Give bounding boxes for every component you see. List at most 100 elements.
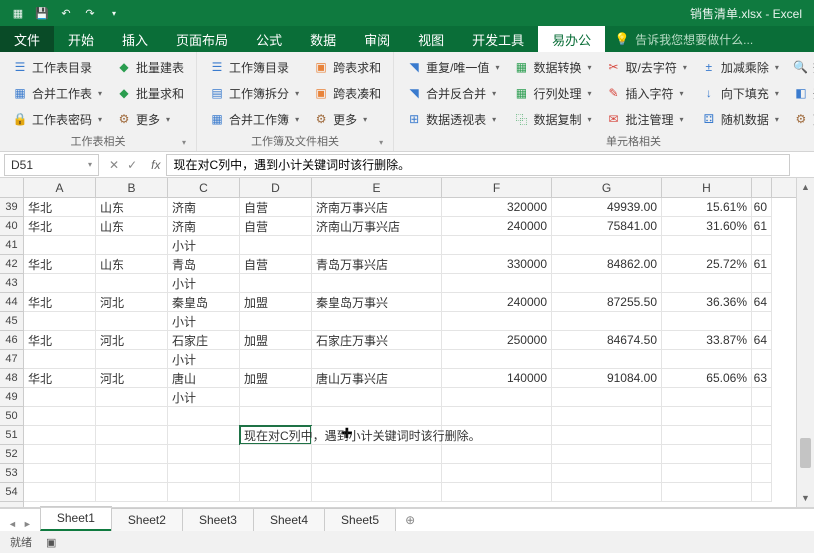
column-header[interactable]: C	[168, 178, 240, 197]
cell[interactable]: 秦皇岛	[168, 293, 240, 312]
cell[interactable]: 320000	[442, 198, 552, 217]
cell[interactable]: 63	[752, 369, 772, 388]
cell[interactable]	[442, 407, 552, 426]
cell[interactable]: 加盟	[240, 331, 312, 350]
cell[interactable]	[96, 445, 168, 464]
btn-batch-create[interactable]: ◆批量建表	[112, 56, 188, 78]
table-row[interactable]: 小计	[24, 388, 796, 407]
btn-random[interactable]: ⚃随机数据▾	[697, 108, 783, 130]
btn-book-toc[interactable]: ☰工作簿目录	[205, 56, 303, 78]
btn-sheet-pwd[interactable]: 🔒工作表密码▾	[8, 108, 106, 130]
btn-cross-couhe[interactable]: ▣跨表凑和	[309, 82, 385, 104]
table-row[interactable]: 华北山东济南自营济南山万事兴店24000075841.0031.60%61	[24, 217, 796, 236]
cell[interactable]	[240, 445, 312, 464]
chevron-down-icon[interactable]: ▾	[88, 160, 92, 169]
column-header[interactable]: B	[96, 178, 168, 197]
tell-me[interactable]: 💡 告诉我您想要做什么...	[605, 26, 763, 52]
column-header[interactable]: A	[24, 178, 96, 197]
cell[interactable]: 济南	[168, 217, 240, 236]
row-header[interactable]: 43	[0, 274, 23, 293]
vertical-scrollbar[interactable]: ▲ ▼	[796, 178, 814, 507]
table-row[interactable]: 小计	[24, 236, 796, 255]
scroll-up-icon[interactable]: ▲	[797, 178, 814, 196]
cell[interactable]: 济南万事兴店	[312, 198, 442, 217]
btn-batch-sum[interactable]: ◆批量求和	[112, 82, 188, 104]
cell[interactable]	[442, 388, 552, 407]
tab-formulas[interactable]: 公式	[242, 26, 296, 52]
cell[interactable]: 33.87%	[662, 331, 752, 350]
btn-merge-unmerge[interactable]: ◥合并反合并▾	[402, 82, 503, 104]
cell[interactable]	[24, 236, 96, 255]
cell[interactable]: 小计	[168, 312, 240, 331]
table-row[interactable]: 小计	[24, 312, 796, 331]
cell[interactable]	[552, 274, 662, 293]
cell[interactable]	[312, 236, 442, 255]
cancel-icon[interactable]: ✕	[109, 158, 119, 172]
row-header[interactable]: 46	[0, 331, 23, 350]
cell[interactable]	[662, 407, 752, 426]
cell[interactable]	[168, 426, 240, 445]
btn-cross-sum[interactable]: ▣跨表求和	[309, 56, 385, 78]
tab-insert[interactable]: 插入	[108, 26, 162, 52]
cell[interactable]	[240, 350, 312, 369]
cell[interactable]: 65.06%	[662, 369, 752, 388]
row-header[interactable]: 44	[0, 293, 23, 312]
cell[interactable]	[442, 445, 552, 464]
cell[interactable]	[752, 483, 772, 502]
tab-next-icon[interactable]: ►	[21, 517, 34, 531]
cell[interactable]	[96, 388, 168, 407]
cell[interactable]	[752, 407, 772, 426]
cell[interactable]	[312, 312, 442, 331]
btn-more-3[interactable]: ⚙更多▾	[789, 108, 814, 130]
cell[interactable]	[662, 445, 752, 464]
cell[interactable]	[312, 407, 442, 426]
new-sheet-button[interactable]: ⊕	[395, 509, 425, 531]
cell[interactable]	[752, 274, 772, 293]
cell[interactable]: 唐山	[168, 369, 240, 388]
cell[interactable]	[552, 350, 662, 369]
redo-icon[interactable]: ↷	[80, 3, 100, 23]
cell[interactable]: 青岛	[168, 255, 240, 274]
table-row[interactable]	[24, 483, 796, 502]
tab-prev-icon[interactable]: ◄	[6, 517, 19, 531]
cell[interactable]: 61	[752, 255, 772, 274]
cell[interactable]	[752, 464, 772, 483]
column-header[interactable]: F	[442, 178, 552, 197]
btn-sheet-toc[interactable]: ☰工作表目录	[8, 56, 106, 78]
cell[interactable]: 60	[752, 198, 772, 217]
cell[interactable]	[662, 350, 752, 369]
cell[interactable]	[752, 426, 772, 445]
row-header[interactable]: 50	[0, 407, 23, 426]
tab-layout[interactable]: 页面布局	[162, 26, 242, 52]
cell[interactable]	[312, 274, 442, 293]
cell[interactable]	[240, 388, 312, 407]
cell[interactable]	[312, 350, 442, 369]
cell-grid[interactable]: 华北山东济南自营济南万事兴店32000049939.0015.61%60华北山东…	[24, 198, 796, 507]
cell[interactable]	[752, 388, 772, 407]
cell[interactable]	[24, 350, 96, 369]
table-row[interactable]: 华北河北秦皇岛加盟秦皇岛万事兴24000087255.5036.36%64	[24, 293, 796, 312]
sheet-tab-5[interactable]: Sheet5	[324, 508, 396, 531]
cell[interactable]	[312, 464, 442, 483]
cell[interactable]: 山东	[96, 198, 168, 217]
undo-icon[interactable]: ↶	[56, 3, 76, 23]
table-row[interactable]	[24, 407, 796, 426]
cell[interactable]: 330000	[442, 255, 552, 274]
cell[interactable]	[24, 388, 96, 407]
qat-customize-icon[interactable]: ▾	[104, 3, 124, 23]
btn-more-1[interactable]: ⚙更多▾	[112, 108, 188, 130]
btn-find-replace[interactable]: 🔍查找替换	[789, 56, 814, 78]
tab-data[interactable]: 数据	[296, 26, 350, 52]
column-header[interactable]: E	[312, 178, 442, 197]
cell[interactable]: 河北	[96, 331, 168, 350]
cell[interactable]	[312, 388, 442, 407]
scroll-down-icon[interactable]: ▼	[797, 489, 814, 507]
cell[interactable]	[552, 407, 662, 426]
cell[interactable]: 秦皇岛万事兴	[312, 293, 442, 312]
cell[interactable]	[552, 483, 662, 502]
cell[interactable]: 自营	[240, 255, 312, 274]
cell[interactable]: 河北	[96, 369, 168, 388]
sheet-tab-2[interactable]: Sheet2	[111, 508, 183, 531]
cell[interactable]: 240000	[442, 217, 552, 236]
cell[interactable]	[752, 350, 772, 369]
